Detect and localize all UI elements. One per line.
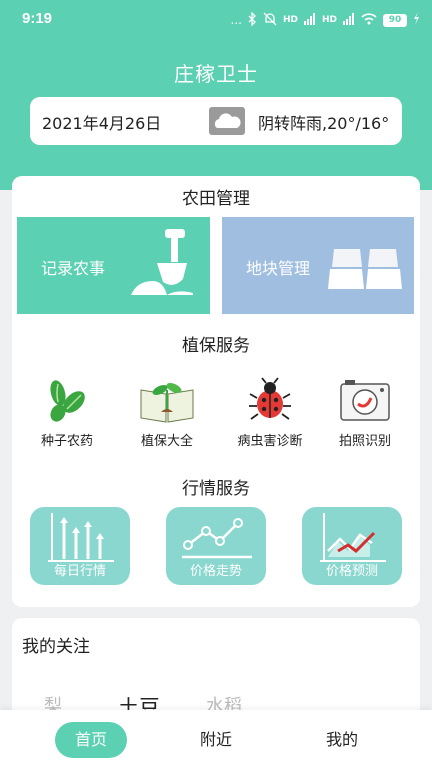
signal-bars-1-icon [303, 12, 316, 28]
date-text: 2021年4月26日 [42, 114, 162, 133]
record-farm-work-button[interactable]: 记录农事 [17, 217, 210, 314]
camera-icon [340, 376, 390, 424]
farm-management-title: 农田管理 [182, 189, 250, 209]
daily-market-label: 每日行情 [53, 564, 106, 579]
wifi-icon [361, 12, 377, 28]
plot-management-label: 地块管理 [246, 259, 311, 278]
plant-protection-encyclopedia-item[interactable]: 植保大全 [119, 376, 215, 449]
signal-1-icon: HD [282, 15, 298, 25]
seed-pesticide-label: 种子农药 [40, 434, 93, 449]
nav-nearby[interactable]: 附近 [180, 722, 252, 758]
pest-diagnosis-label: 病虫害诊断 [237, 434, 303, 449]
nav-mine[interactable]: 我的 [306, 722, 378, 758]
weather-card[interactable]: 2021年4月26日 阴转阵雨,20°/16° [30, 97, 402, 145]
signal-bars-2-icon [343, 12, 355, 28]
market-service-title: 行情服务 [182, 479, 250, 499]
daily-market-button[interactable]: 每日行情 [30, 507, 130, 585]
book-sprout-icon [140, 376, 194, 424]
bug-icon [246, 376, 294, 424]
mute-bell-icon [263, 12, 277, 29]
main-card: 农田管理 记录农事 地块管理 植保服务 种子农药 植保大全 病虫害诊断 拍照识别… [12, 176, 420, 607]
seed-pesticide-item[interactable]: 种子农药 [19, 376, 115, 449]
more-dots-icon: ... [230, 13, 242, 27]
bluetooth-icon [248, 10, 257, 29]
status-time: 9:19 [22, 10, 53, 27]
app-title: 庄稼卫士 [174, 62, 258, 86]
charging-icon [413, 12, 420, 28]
record-farm-work-label: 记录农事 [41, 259, 106, 278]
nav-home[interactable]: 首页 [55, 722, 127, 758]
status-icons: ... HD HD 90 [230, 10, 420, 29]
my-follow-title: 我的关注 [22, 637, 90, 657]
plant-protection-encyclopedia-label: 植保大全 [140, 434, 193, 449]
pest-diagnosis-item[interactable]: 病虫害诊断 [222, 376, 318, 449]
photo-recognition-item[interactable]: 拍照识别 [317, 376, 413, 449]
plot-management-button[interactable]: 地块管理 [222, 217, 414, 314]
price-forecast-label: 价格预测 [325, 564, 378, 579]
weather-description: 阴转阵雨,20°/16° [258, 114, 390, 133]
signal-2-icon: HD [321, 15, 337, 25]
land-plot-icon [326, 247, 406, 295]
seed-icon [43, 376, 91, 424]
cloud-icon [209, 107, 245, 139]
price-trend-button[interactable]: 价格走势 [166, 507, 266, 585]
shovel-icon [127, 227, 197, 301]
price-trend-label: 价格走势 [189, 564, 242, 579]
price-forecast-button[interactable]: 价格预测 [302, 507, 402, 585]
bottom-nav: 首页 附近 我的 [0, 710, 432, 768]
status-bar: 9:19 ... HD HD 90 [0, 0, 432, 40]
battery-icon: 90 [383, 13, 407, 27]
plant-protection-title: 植保服务 [182, 336, 250, 356]
photo-recognition-label: 拍照识别 [338, 434, 391, 449]
